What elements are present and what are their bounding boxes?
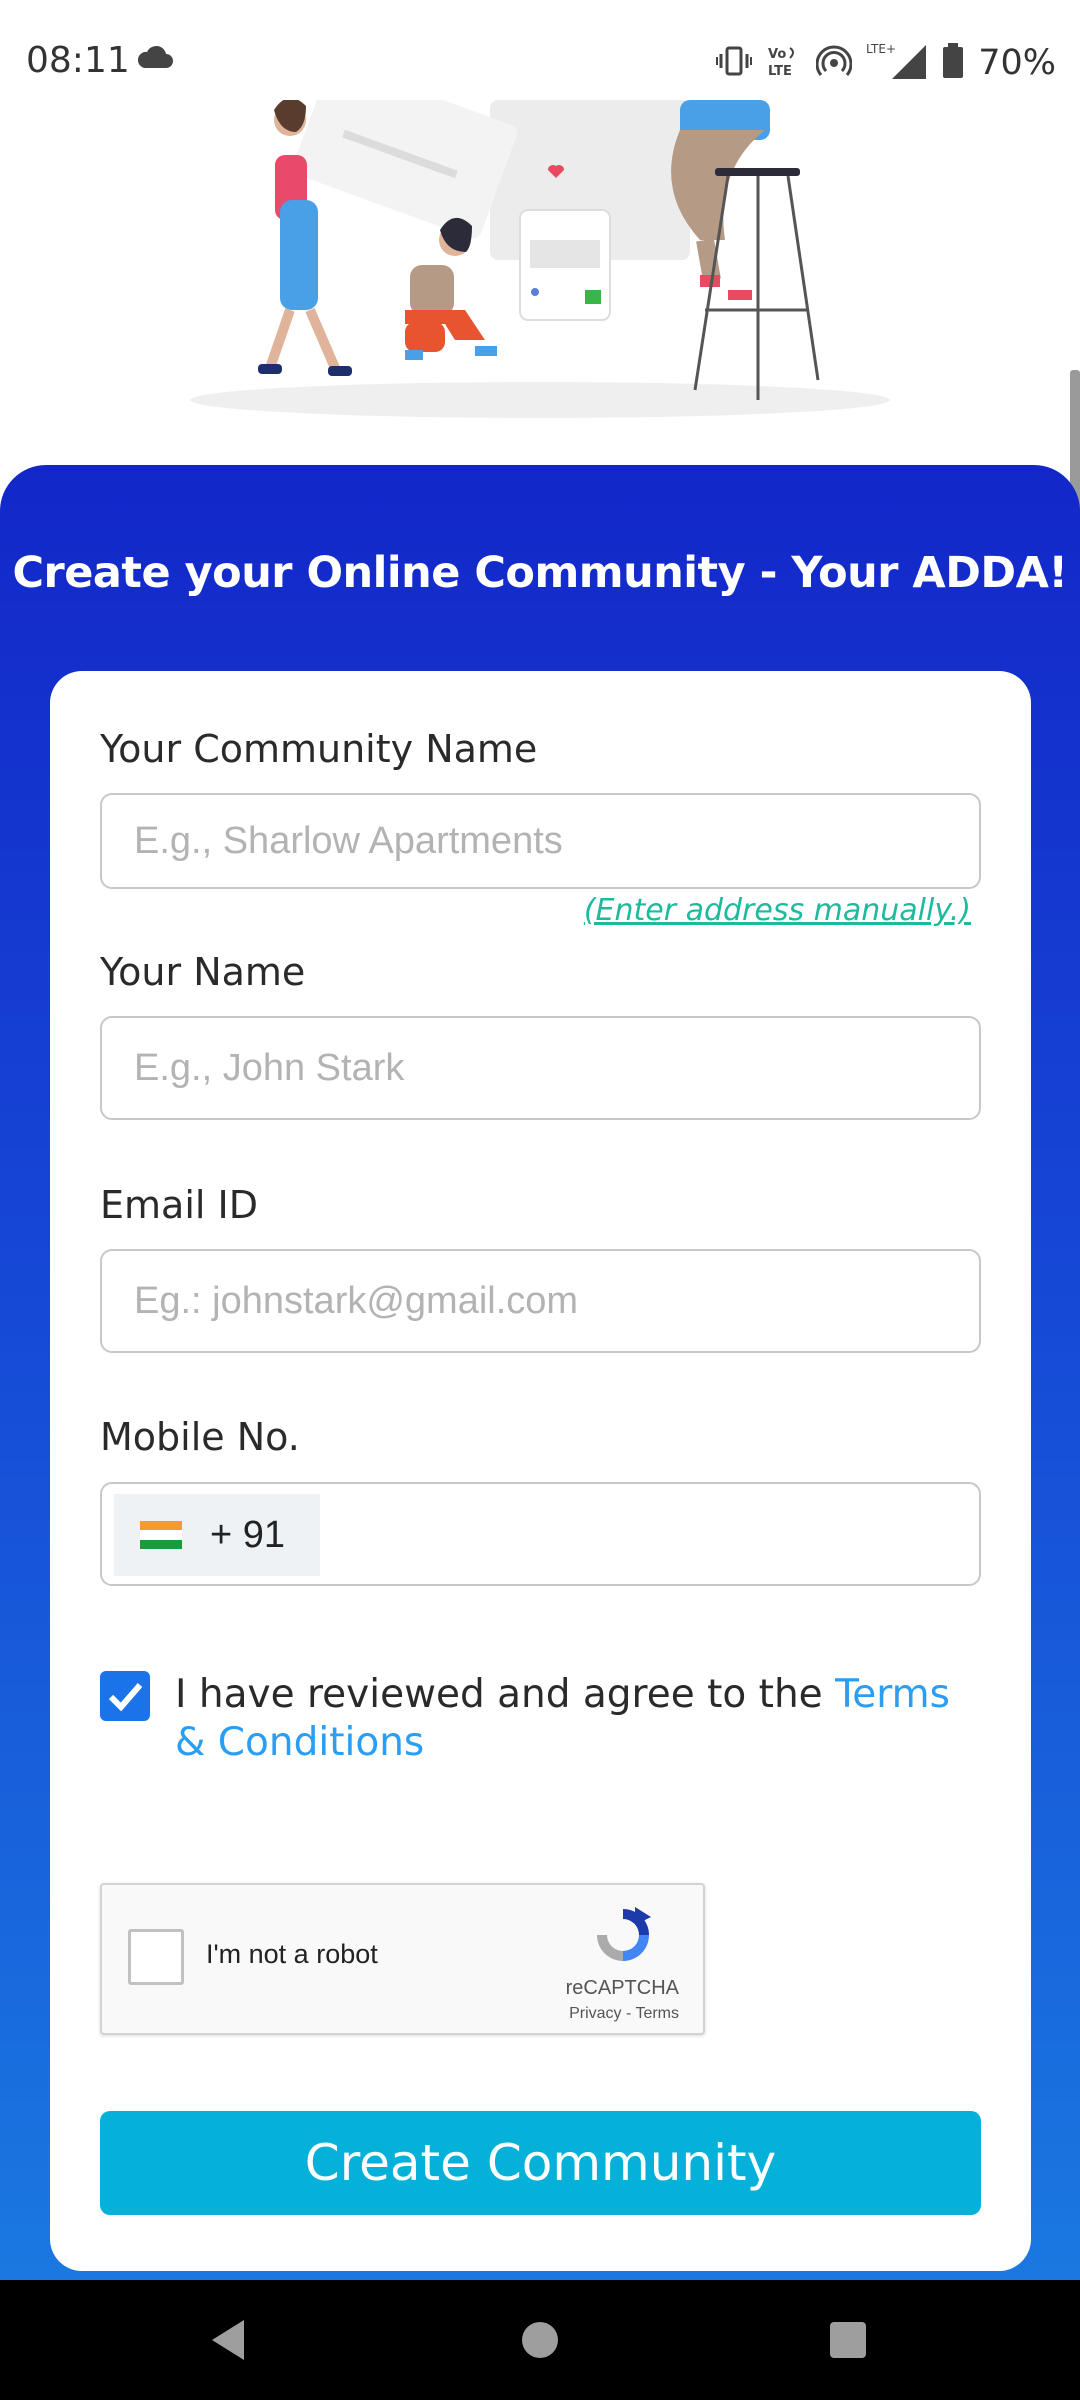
terms-checkbox[interactable] xyxy=(100,1671,150,1721)
recaptcha-label: I'm not a robot xyxy=(206,1939,378,1969)
dial-code: + 91 xyxy=(210,1513,286,1556)
hotspot-icon xyxy=(815,45,853,82)
back-icon[interactable] xyxy=(208,2318,248,2367)
status-time: 08:11 xyxy=(26,40,130,81)
enter-address-manually-link[interactable]: (Enter address manually.) xyxy=(584,893,971,928)
volte-icon: Vo LTE xyxy=(766,44,802,83)
mobile-label: Mobile No. xyxy=(100,1415,300,1459)
india-flag-icon xyxy=(140,1521,182,1549)
your-name-field[interactable] xyxy=(100,1016,981,1120)
cloud-icon xyxy=(136,44,174,75)
recaptcha-logo-icon xyxy=(591,1903,655,1972)
email-input[interactable] xyxy=(102,1251,979,1351)
system-nav-bar xyxy=(0,2280,1080,2400)
recaptcha-privacy-terms[interactable]: Privacy - Terms xyxy=(569,2005,679,2023)
checkmark-icon xyxy=(108,1683,143,1712)
country-code-selector[interactable]: + 91 xyxy=(114,1494,320,1576)
battery-icon xyxy=(942,42,964,84)
hero-illustration xyxy=(0,61,1080,420)
email-field[interactable] xyxy=(100,1249,981,1353)
panel-title: Create your Online Community - Your ADDA… xyxy=(12,548,1068,598)
vibrate-icon xyxy=(716,45,753,82)
your-name-label: Your Name xyxy=(100,950,306,994)
svg-text:LTE: LTE xyxy=(768,64,792,78)
status-icons: Vo LTE LTE+ 70% xyxy=(716,38,1056,88)
signup-form-card: Your Community Name (Enter address manua… xyxy=(50,671,1031,2271)
battery-percentage: 70% xyxy=(978,43,1056,83)
agreement-prefix: I have reviewed and agree to the xyxy=(175,1672,836,1717)
agreement-text: I have reviewed and agree to the Terms &… xyxy=(175,1671,975,1767)
community-name-input[interactable] xyxy=(102,795,979,887)
email-label: Email ID xyxy=(100,1183,258,1227)
community-name-field[interactable] xyxy=(100,793,981,889)
signal-icon: LTE+ xyxy=(866,41,928,86)
mobile-field[interactable]: + 91 xyxy=(100,1482,981,1586)
recaptcha-checkbox[interactable] xyxy=(128,1929,184,1985)
create-community-button[interactable]: Create Community xyxy=(100,2111,981,2215)
recents-icon[interactable] xyxy=(830,2322,866,2358)
svg-text:Vo: Vo xyxy=(768,47,786,62)
network-type: LTE+ xyxy=(866,42,896,56)
recaptcha-widget: I'm not a robot reCAPTCHA Privacy - Term… xyxy=(100,1883,705,2035)
recaptcha-brand: reCAPTCHA xyxy=(565,1977,679,1999)
community-name-label: Your Community Name xyxy=(100,727,538,771)
signup-panel: Create your Online Community - Your ADDA… xyxy=(0,465,1080,2280)
home-icon[interactable] xyxy=(522,2322,558,2358)
your-name-input[interactable] xyxy=(102,1018,979,1118)
